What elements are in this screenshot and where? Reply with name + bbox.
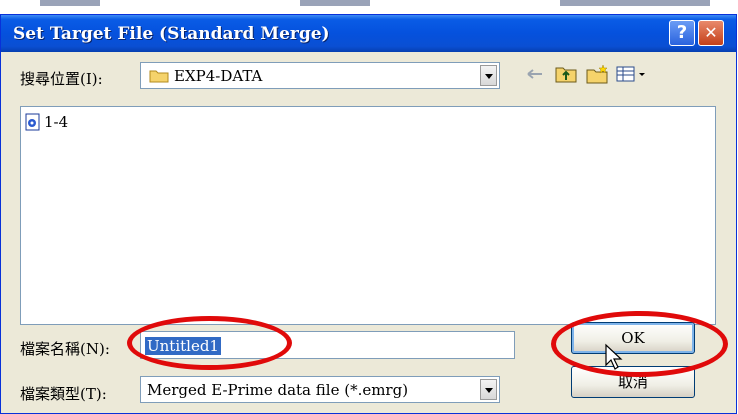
title-bar: Set Target File (Standard Merge) ? ✕ [1,15,736,52]
lookin-combo[interactable]: EXP4-DATA [140,62,500,89]
dialog-title: Set Target File (Standard Merge) [13,24,330,44]
background-window-strip [0,0,738,14]
lookin-dropdown-button[interactable] [480,65,497,86]
filename-label: 檔案名稱(N): [20,340,110,358]
mouse-cursor-icon [605,343,623,370]
up-folder-icon[interactable] [554,63,578,85]
filetype-combo[interactable]: Merged E-Prime data file (*.emrg) [140,376,500,403]
filetype-label: 檔案類型(T): [20,385,107,403]
filename-input[interactable]: Untitled1 [140,331,515,359]
folder-icon [149,70,169,83]
ok-button[interactable]: OK [571,322,695,354]
filetype-value: Merged E-Prime data file (*.emrg) [147,381,409,399]
back-arrow-icon[interactable] [524,63,548,85]
filetype-dropdown-button[interactable] [480,379,497,400]
file-name: 1-4 [44,113,69,131]
view-menu-icon[interactable] [614,63,648,85]
close-button[interactable]: ✕ [698,20,724,46]
dialog-window: Set Target File (Standard Merge) ? ✕ 搜尋位… [0,14,737,414]
file-list[interactable]: 1-4 [20,106,716,325]
lookin-value: EXP4-DATA [174,67,263,85]
cancel-button[interactable]: 取消 [571,366,695,398]
emrg-file-icon [25,113,40,131]
help-button[interactable]: ? [669,20,695,46]
list-item[interactable]: 1-4 [25,113,68,131]
new-folder-icon[interactable] [585,63,609,85]
filename-value: Untitled1 [145,337,221,355]
lookin-label: 搜尋位置(I): [20,70,103,88]
